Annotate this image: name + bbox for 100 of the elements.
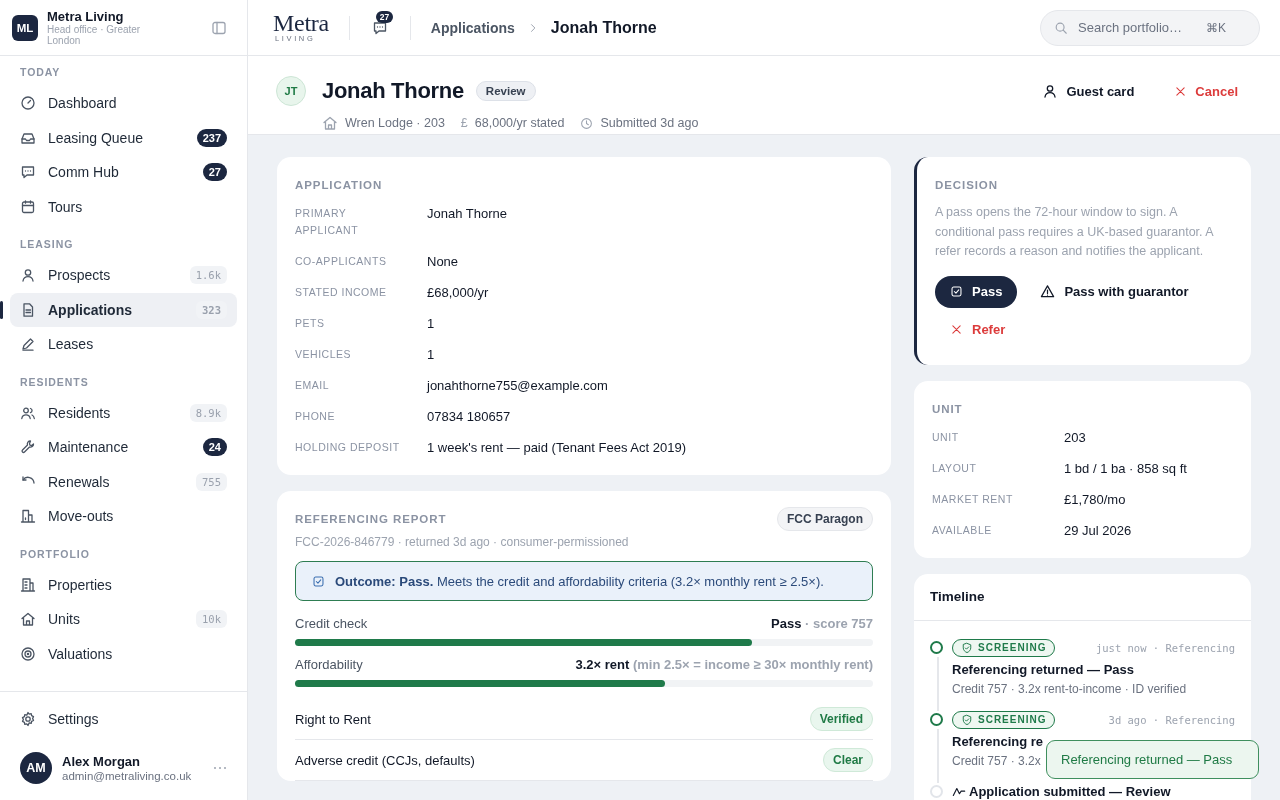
count-badge: 24: [202, 438, 227, 457]
status-badge: Review: [475, 81, 536, 101]
nav-item[interactable]: Residents 8.9k: [10, 395, 237, 430]
shield-check-icon: [961, 641, 973, 654]
pass-button[interactable]: Pass: [935, 275, 1018, 308]
field-value: 29 Jul 2026: [1064, 521, 1133, 539]
nav-item[interactable]: Move-outs: [10, 499, 237, 534]
field-value: 1 bd / 1 ba · 858 sq ft: [1064, 459, 1188, 477]
person-icon: [20, 267, 36, 284]
check-label: Credit check: [295, 615, 368, 632]
nav-item[interactable]: Valuations: [10, 636, 237, 671]
field-value: £1,780/mo: [1064, 490, 1127, 508]
event-title: Referencing re: [952, 733, 1044, 750]
search-icon: [1054, 20, 1068, 35]
event-title: Application submitted — Review: [969, 783, 1171, 800]
field-label: VEHICLES: [295, 347, 353, 362]
field-value: 1: [427, 346, 436, 363]
user-name: Alex Morgan: [62, 753, 141, 769]
field-label: PRIMARY APPLICANT: [295, 206, 360, 238]
org-subtitle: Head office · Greater London: [47, 23, 142, 47]
check-item-label: Adverse credit (CCJs, defaults): [295, 752, 475, 768]
refer-button[interactable]: Refer: [935, 313, 1021, 346]
field-value: 1: [427, 315, 436, 332]
nav-item[interactable]: Comm Hub 27: [10, 155, 237, 190]
nav-item[interactable]: Dashboard: [10, 86, 237, 121]
nav-section-title: LEASING: [19, 237, 75, 252]
outcome-text: Outcome: Pass. Meets the credit and affordability criteria (3.2× monthly rent ≥ 2.5×).: [335, 573, 824, 589]
nav-item[interactable]: Leases: [10, 327, 237, 362]
nav-item[interactable]: Prospects 1.6k: [10, 258, 237, 293]
status-chip: Verified: [809, 707, 873, 731]
field-label: AVAILABLE: [932, 522, 993, 538]
warning-icon: [1040, 284, 1056, 299]
timeline-title: Timeline: [914, 573, 1251, 621]
user-email: admin@metraliving.co.uk: [62, 769, 192, 783]
count-badge: 27: [202, 163, 227, 182]
event-title: Referencing returned — Pass: [952, 661, 1135, 678]
clock-icon: [580, 116, 594, 130]
field-label: HOLDING DEPOSIT: [295, 440, 401, 455]
count-badge: 8.9k: [189, 403, 227, 422]
close-icon: [950, 323, 963, 336]
field-label: STATED INCOME: [295, 285, 388, 300]
person-icon: [1042, 83, 1059, 99]
pass-with-guarantor-button[interactable]: Pass with guarantor: [1025, 275, 1204, 308]
nav-section-title: TODAY: [19, 65, 62, 80]
sidebar-toggle-icon: [211, 19, 227, 36]
field-value: 07834 180657: [427, 408, 512, 425]
settings-icon: [20, 710, 36, 727]
org-name: Metra Living: [47, 8, 125, 24]
report-reference: FCC-2026-846779 · returned 3d ago · consumer-permissioned: [295, 535, 630, 549]
building-icon: [20, 576, 36, 593]
applicant-name: Jonah Thorne: [322, 78, 464, 104]
field-value: jonahthorne755@example.com: [427, 377, 609, 394]
field-label: PHONE: [295, 409, 336, 424]
house-icon: [322, 115, 338, 131]
checkbox-check-icon: [312, 574, 325, 588]
nav-item[interactable]: Properties: [10, 567, 237, 602]
card-title: APPLICATION: [295, 178, 384, 193]
decision-description: A pass opens the 72-hour window to sign. A conditional pass requires a UK-based guarantor. A refer records a reason and notifies the applicant.: [935, 204, 1215, 260]
field-value: 1 week's rent — paid (Tenant Fees Act 2019): [427, 439, 687, 456]
nav-item[interactable]: Maintenance 24: [10, 430, 237, 465]
logo-wordmark: Metra: [273, 12, 329, 34]
gauge-icon: [20, 95, 36, 112]
field-label: UNIT: [932, 429, 960, 445]
field-value: Jonah Thorne: [427, 205, 508, 222]
settings-item[interactable]: Settings: [10, 701, 237, 736]
event-detail: Credit 757 · 3.2x: [952, 753, 1041, 769]
field-label: LAYOUT: [932, 460, 978, 476]
building-icon: [20, 508, 36, 525]
house-icon: [20, 611, 36, 628]
nav-section-title: RESIDENTS: [19, 374, 90, 390]
count-badge: 10k: [196, 610, 227, 629]
count-badge: 237: [196, 128, 227, 147]
nav-item[interactable]: Units 10k: [10, 602, 237, 637]
currency-symbol: £: [460, 116, 468, 130]
nav-item[interactable]: Renewals 755: [10, 464, 237, 499]
breadcrumb-item[interactable]: Applications: [430, 19, 515, 36]
pencil-icon: [20, 336, 36, 353]
field-label: EMAIL: [295, 378, 331, 393]
cancel-button[interactable]: Cancel: [1160, 76, 1252, 106]
category-tag: SCREENING: [952, 710, 1056, 729]
check-label: Affordability: [295, 656, 363, 673]
event-meta: 3d ago · Referencing: [1108, 713, 1235, 726]
nav-item[interactable]: Leasing Queue 237: [10, 120, 237, 155]
check-item-label: Right to Rent: [295, 711, 371, 727]
calendar-icon: [20, 198, 36, 215]
message-count-badge: 27: [375, 10, 394, 23]
category-tag: SCREENING: [952, 638, 1056, 657]
nav-item[interactable]: Tours: [10, 189, 237, 224]
guest-card-button[interactable]: Guest card: [1028, 76, 1149, 106]
check-result: Pass · score 757: [771, 615, 873, 632]
card-title: DECISION: [935, 178, 999, 193]
card-title: UNIT: [932, 401, 964, 417]
breadcrumb-item: Jonah Thorne: [550, 18, 657, 37]
meta-text: 68,000/yr stated: [474, 116, 565, 130]
shield-check-icon: [961, 713, 973, 726]
event-detail: Credit 757 · 3.2x rent-to-income · ID verified: [952, 681, 1187, 697]
document-icon: [20, 301, 36, 318]
more-icon[interactable]: [213, 766, 227, 770]
chat-icon: [20, 164, 36, 181]
shortcut-hint: ⌘K: [1206, 20, 1226, 35]
